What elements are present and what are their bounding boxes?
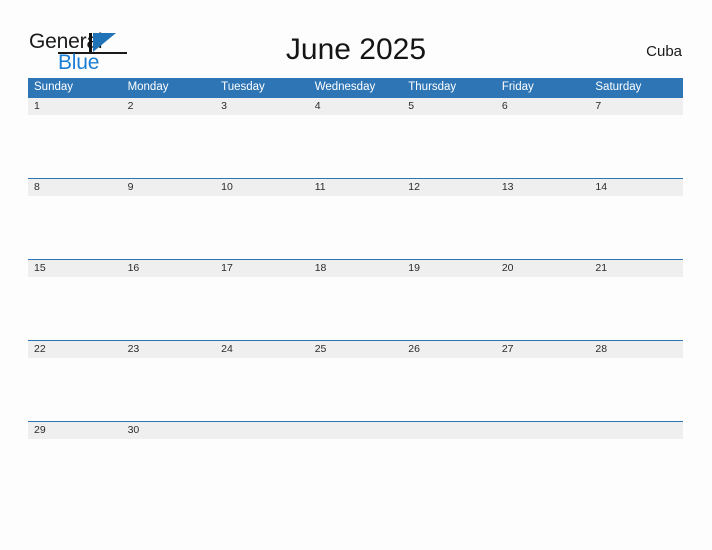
day-event-cell[interactable]	[496, 115, 590, 178]
week-event-area	[28, 439, 683, 449]
week-date-band: 8 9 10 11 12 13 14	[28, 178, 683, 196]
date-cell[interactable]: 17	[215, 260, 309, 277]
date-cell	[309, 422, 403, 439]
dow-friday: Friday	[501, 81, 534, 93]
day-event-cell[interactable]	[122, 115, 216, 178]
date-cell[interactable]: 13	[496, 179, 590, 196]
day-event-cell	[589, 439, 683, 502]
calendar-week-row: 8 9 10 11 12 13 14	[28, 178, 683, 259]
day-event-cell[interactable]	[122, 439, 216, 502]
date-cell[interactable]: 30	[122, 422, 216, 439]
date-cell	[402, 422, 496, 439]
day-event-cell[interactable]	[28, 115, 122, 178]
week-event-area	[28, 277, 683, 340]
day-event-cell	[215, 439, 309, 502]
date-cell[interactable]: 24	[215, 341, 309, 358]
date-cell[interactable]: 11	[309, 179, 403, 196]
date-cell[interactable]: 27	[496, 341, 590, 358]
week-event-area	[28, 196, 683, 259]
date-cell[interactable]: 2	[122, 98, 216, 115]
day-event-cell[interactable]	[402, 358, 496, 421]
day-event-cell[interactable]	[589, 277, 683, 340]
day-event-cell[interactable]	[309, 196, 403, 259]
day-event-cell[interactable]	[215, 196, 309, 259]
date-cell[interactable]: 6	[496, 98, 590, 115]
day-event-cell[interactable]	[496, 358, 590, 421]
week-date-band: 15 16 17 18 19 20 21	[28, 259, 683, 277]
date-cell[interactable]: 19	[402, 260, 496, 277]
calendar-page: General Blue June 2025 Cuba Sunday Monda…	[0, 0, 712, 550]
date-cell[interactable]: 4	[309, 98, 403, 115]
date-cell[interactable]: 1	[28, 98, 122, 115]
day-event-cell	[402, 439, 496, 502]
date-cell[interactable]: 18	[309, 260, 403, 277]
date-cell[interactable]: 8	[28, 179, 122, 196]
calendar-week-row: 29 30	[28, 421, 683, 449]
dow-tuesday: Tuesday	[221, 81, 265, 93]
week-event-area	[28, 115, 683, 178]
date-cell[interactable]: 21	[589, 260, 683, 277]
region-label: Cuba	[646, 43, 682, 60]
day-event-cell[interactable]	[402, 196, 496, 259]
calendar-grid: Sunday Monday Tuesday Wednesday Thursday…	[28, 78, 683, 449]
day-event-cell[interactable]	[402, 277, 496, 340]
date-cell[interactable]: 29	[28, 422, 122, 439]
week-date-band: 1 2 3 4 5 6 7	[28, 97, 683, 115]
day-event-cell	[496, 439, 590, 502]
day-event-cell[interactable]	[28, 277, 122, 340]
day-event-cell[interactable]	[215, 358, 309, 421]
date-cell[interactable]: 28	[589, 341, 683, 358]
day-event-cell[interactable]	[122, 358, 216, 421]
day-event-cell[interactable]	[28, 439, 122, 502]
calendar-week-row: 15 16 17 18 19 20 21	[28, 259, 683, 340]
date-cell[interactable]: 14	[589, 179, 683, 196]
day-event-cell[interactable]	[122, 277, 216, 340]
calendar-week-row: 22 23 24 25 26 27 28	[28, 340, 683, 421]
day-of-week-header: Sunday Monday Tuesday Wednesday Thursday…	[28, 78, 683, 97]
date-cell[interactable]: 5	[402, 98, 496, 115]
week-event-area	[28, 358, 683, 421]
calendar-week-row: 1 2 3 4 5 6 7	[28, 97, 683, 178]
page-header: General Blue June 2025 Cuba	[0, 0, 712, 78]
day-event-cell[interactable]	[589, 358, 683, 421]
day-event-cell[interactable]	[309, 277, 403, 340]
page-title: June 2025	[285, 33, 427, 66]
week-date-band: 29 30	[28, 421, 683, 439]
dow-monday: Monday	[127, 81, 169, 93]
dow-sunday: Sunday	[34, 81, 74, 93]
dow-wednesday: Wednesday	[314, 81, 376, 93]
day-event-cell[interactable]	[589, 115, 683, 178]
date-cell[interactable]: 10	[215, 179, 309, 196]
date-cell[interactable]: 7	[589, 98, 683, 115]
day-event-cell	[309, 439, 403, 502]
day-event-cell[interactable]	[496, 196, 590, 259]
date-cell	[589, 422, 683, 439]
date-cell	[496, 422, 590, 439]
day-event-cell[interactable]	[309, 358, 403, 421]
date-cell[interactable]: 25	[309, 341, 403, 358]
date-cell[interactable]: 15	[28, 260, 122, 277]
date-cell[interactable]: 26	[402, 341, 496, 358]
week-date-band: 22 23 24 25 26 27 28	[28, 340, 683, 358]
day-event-cell[interactable]	[309, 115, 403, 178]
date-cell[interactable]: 12	[402, 179, 496, 196]
day-event-cell[interactable]	[402, 115, 496, 178]
dow-thursday: Thursday	[408, 81, 457, 93]
date-cell[interactable]: 20	[496, 260, 590, 277]
date-cell[interactable]: 16	[122, 260, 216, 277]
day-event-cell[interactable]	[496, 277, 590, 340]
day-event-cell[interactable]	[122, 196, 216, 259]
day-event-cell[interactable]	[28, 196, 122, 259]
day-event-cell[interactable]	[28, 358, 122, 421]
day-event-cell[interactable]	[215, 277, 309, 340]
day-event-cell[interactable]	[215, 115, 309, 178]
dow-saturday: Saturday	[595, 81, 642, 93]
day-event-cell[interactable]	[589, 196, 683, 259]
date-cell[interactable]: 23	[122, 341, 216, 358]
date-cell[interactable]: 3	[215, 98, 309, 115]
date-cell[interactable]: 9	[122, 179, 216, 196]
date-cell	[215, 422, 309, 439]
date-cell[interactable]: 22	[28, 341, 122, 358]
